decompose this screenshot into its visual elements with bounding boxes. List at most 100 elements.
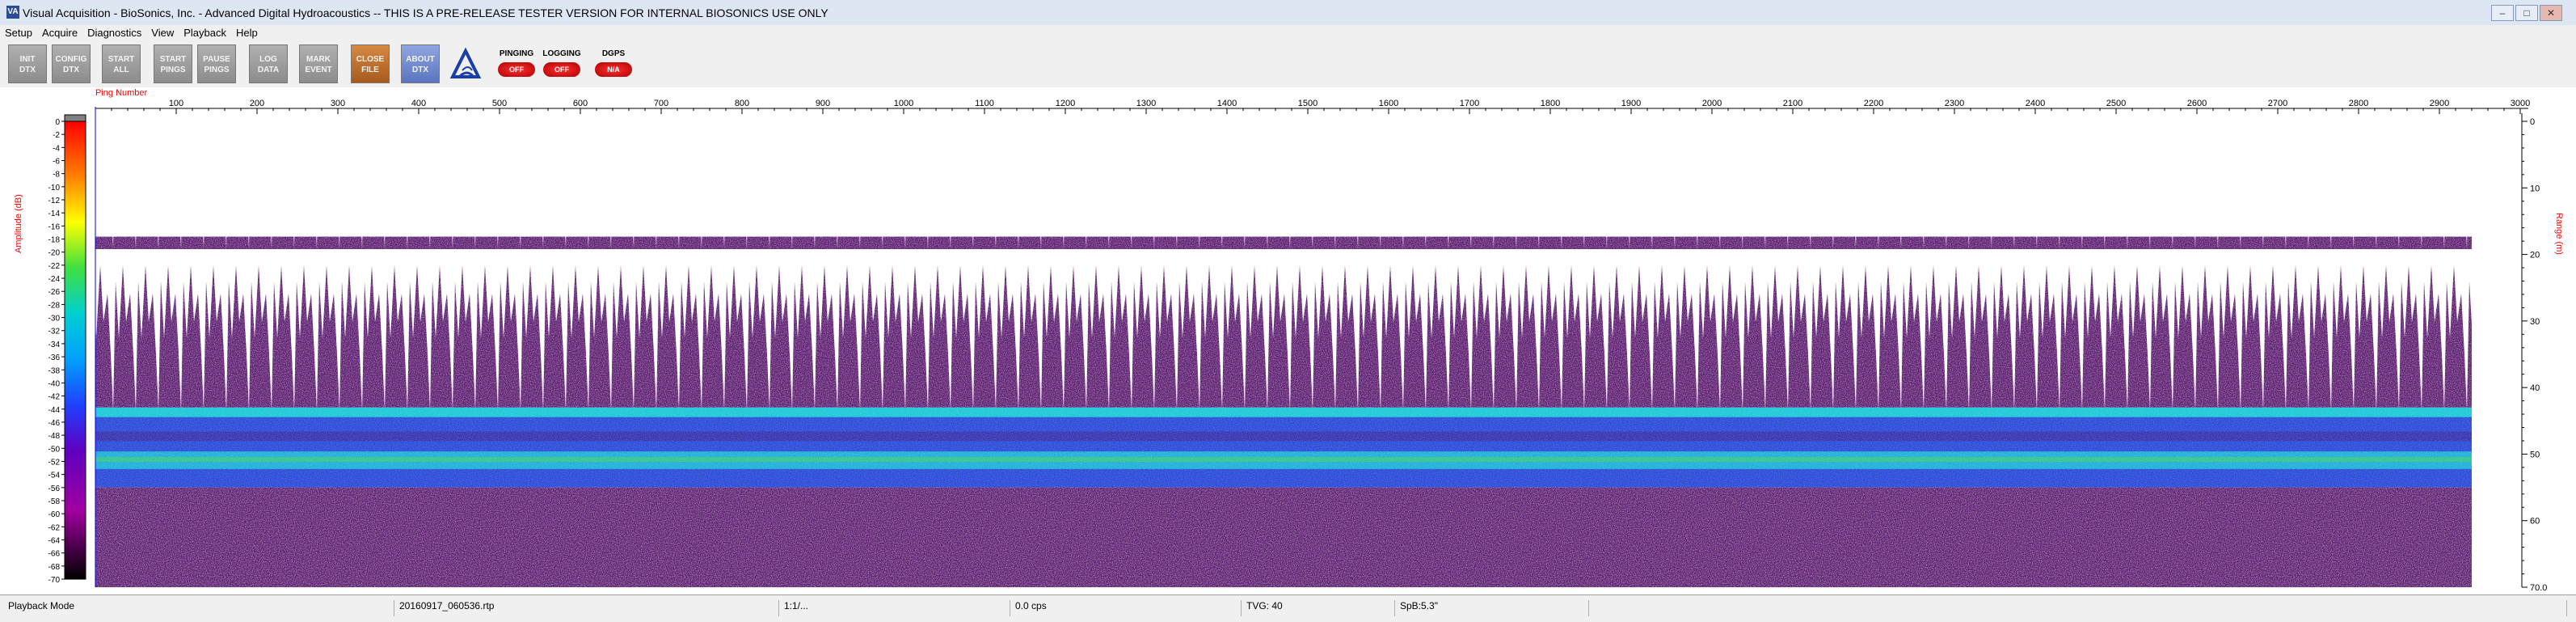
menu-bar: Setup Acquire Diagnostics View Playback Help: [0, 25, 2576, 40]
close-button[interactable]: ✕: [2540, 5, 2562, 21]
mark-event-button[interactable]: MARK EVENT: [299, 44, 338, 83]
echogram-chart[interactable]: 0 -2 -4 -6 -8 -10 -12 -14 -16 -18 -20 -22 -24 -26 -28 -…: [0, 87, 2576, 594]
init-dtx-button[interactable]: INIT DTX: [8, 44, 47, 83]
pinging-label: PINGING: [499, 49, 534, 58]
colorbar-tick-label: -64: [48, 536, 61, 545]
colorbar-tick-label: -66: [48, 550, 61, 559]
button-label: START: [159, 55, 187, 64]
pinging-indicator: PINGING OFF: [495, 44, 538, 83]
toolbar: INIT DTX CONFIG DTX START ALL START PINGS PA…: [0, 40, 2576, 88]
x-tick-label: 100: [169, 99, 183, 108]
x-tick-label: 200: [250, 99, 264, 108]
range-tick-label: 10: [2530, 184, 2540, 193]
status-mode: Playback Mode: [3, 600, 394, 616]
colorbar-tick-label: -32: [48, 328, 61, 336]
surface-noise-grain: [95, 236, 2472, 408]
colorbar-tick-label: -26: [48, 288, 61, 297]
dgps-state: N/A: [595, 62, 632, 77]
deep-noise-grain: [95, 487, 2472, 587]
button-label: FILE: [361, 66, 379, 74]
x-tick-label: 2300: [1945, 99, 1964, 108]
colorbar-tick-label: -20: [48, 249, 61, 258]
button-label: ALL: [113, 66, 129, 74]
app-icon: VA: [6, 6, 19, 19]
status-ratio: 1:1/...: [779, 600, 1010, 616]
dgps-label: DGPS: [601, 49, 626, 58]
colorbar-tick-label: -24: [48, 275, 61, 284]
button-label: PAUSE: [203, 55, 230, 64]
menu-playback[interactable]: Playback: [179, 25, 231, 39]
x-tick-label: 900: [816, 99, 830, 108]
button-label: EVENT: [305, 66, 332, 74]
x-tick-label: 1800: [1541, 99, 1560, 108]
pause-pings-button[interactable]: PAUSE PINGS: [197, 44, 236, 83]
colorbar-tick-label: -56: [48, 484, 61, 493]
colorbar-tick-label: -18: [48, 236, 61, 245]
start-all-button[interactable]: START ALL: [102, 44, 141, 83]
x-tick-label: 3000: [2511, 99, 2530, 108]
range-axis: 0 10 20 30 40 50 60 70.0: [2521, 113, 2547, 593]
x-tick-label: 600: [573, 99, 588, 108]
range-max-label: 70.0: [2530, 583, 2547, 593]
x-tick-label: 2900: [2430, 99, 2449, 108]
dgps-indicator: DGPS N/A: [592, 44, 635, 83]
colorbar-tick-label: -28: [48, 301, 61, 310]
start-pings-button[interactable]: START PINGS: [154, 44, 192, 83]
pinging-state: OFF: [498, 62, 535, 77]
config-dtx-button[interactable]: CONFIG DTX: [52, 44, 91, 83]
button-label: DTX: [19, 66, 36, 74]
colorbar-tick-label: -70: [48, 576, 61, 585]
menu-acquire[interactable]: Acquire: [37, 25, 82, 39]
x-tick-label: 300: [331, 99, 345, 108]
maximize-button[interactable]: □: [2515, 5, 2538, 21]
button-label: DTX: [412, 66, 428, 74]
button-label: CONFIG: [55, 55, 87, 64]
title-bar: VA Visual Acquisition - BioSonics, Inc. …: [0, 0, 2576, 26]
logging-indicator: LOGGING OFF: [540, 44, 584, 83]
x-tick-label: 2000: [1702, 99, 1722, 108]
colorbar-tick-label: -68: [48, 563, 61, 572]
close-file-button[interactable]: CLOSE FILE: [351, 44, 390, 83]
x-tick-label: 500: [492, 99, 507, 108]
biosonics-logo-icon[interactable]: [446, 44, 485, 83]
echogram-panel[interactable]: 0 -2 -4 -6 -8 -10 -12 -14 -16 -18 -20 -22 -24 -26 -28 -…: [0, 87, 2576, 594]
colorbar-cap: [64, 114, 86, 122]
x-tick-label: 2100: [1783, 99, 1802, 108]
colorbar-tick-label: -50: [48, 445, 61, 454]
status-empty: [1589, 600, 2567, 616]
minimize-button[interactable]: –: [2491, 5, 2514, 21]
button-label: ABOUT: [406, 55, 435, 64]
echogram-noise: [95, 236, 2472, 587]
menu-view[interactable]: View: [146, 25, 179, 39]
x-tick-label: 2800: [2349, 99, 2368, 108]
menu-diagnostics[interactable]: Diagnostics: [82, 25, 146, 39]
status-bar: Playback Mode 20160917_060536.rtp 1:1/..…: [0, 594, 2576, 622]
button-label: START: [108, 55, 135, 64]
colorbar-tick-label: -36: [48, 353, 61, 362]
button-label: LOG: [259, 55, 277, 64]
status-file: 20160917_060536.rtp: [394, 600, 779, 616]
range-tick-label: 40: [2530, 383, 2540, 393]
colorbar-tick-label: -38: [48, 366, 61, 375]
colorbar-tick-label: -2: [53, 131, 60, 140]
range-axis-label: Range (m): [2554, 213, 2564, 255]
x-tick-label: 1200: [1056, 99, 1075, 108]
status-spb: SpB:5.3": [1395, 600, 1589, 616]
amplitude-axis-label: Amplitude (dB): [14, 194, 23, 253]
about-dtx-button[interactable]: ABOUT DTX: [401, 44, 440, 83]
x-tick-label: 1700: [1460, 99, 1479, 108]
range-tick-label: 20: [2530, 251, 2540, 260]
logging-state: OFF: [543, 62, 580, 77]
colorbar-tick-label: -62: [48, 523, 61, 532]
logging-label: LOGGING: [542, 49, 581, 58]
colorbar-tick-label: -22: [48, 262, 61, 271]
x-tick-label: 2500: [2106, 99, 2126, 108]
menu-help[interactable]: Help: [231, 25, 263, 39]
x-tick-label: 400: [411, 99, 426, 108]
colorbar-tick-label: -40: [48, 379, 61, 388]
log-data-button[interactable]: LOG DATA: [249, 44, 288, 83]
menu-setup[interactable]: Setup: [0, 25, 37, 39]
colorbar-tick-label: -60: [48, 510, 61, 519]
button-label: CLOSE: [356, 55, 385, 64]
colorbar-tick-label: -46: [48, 419, 61, 428]
